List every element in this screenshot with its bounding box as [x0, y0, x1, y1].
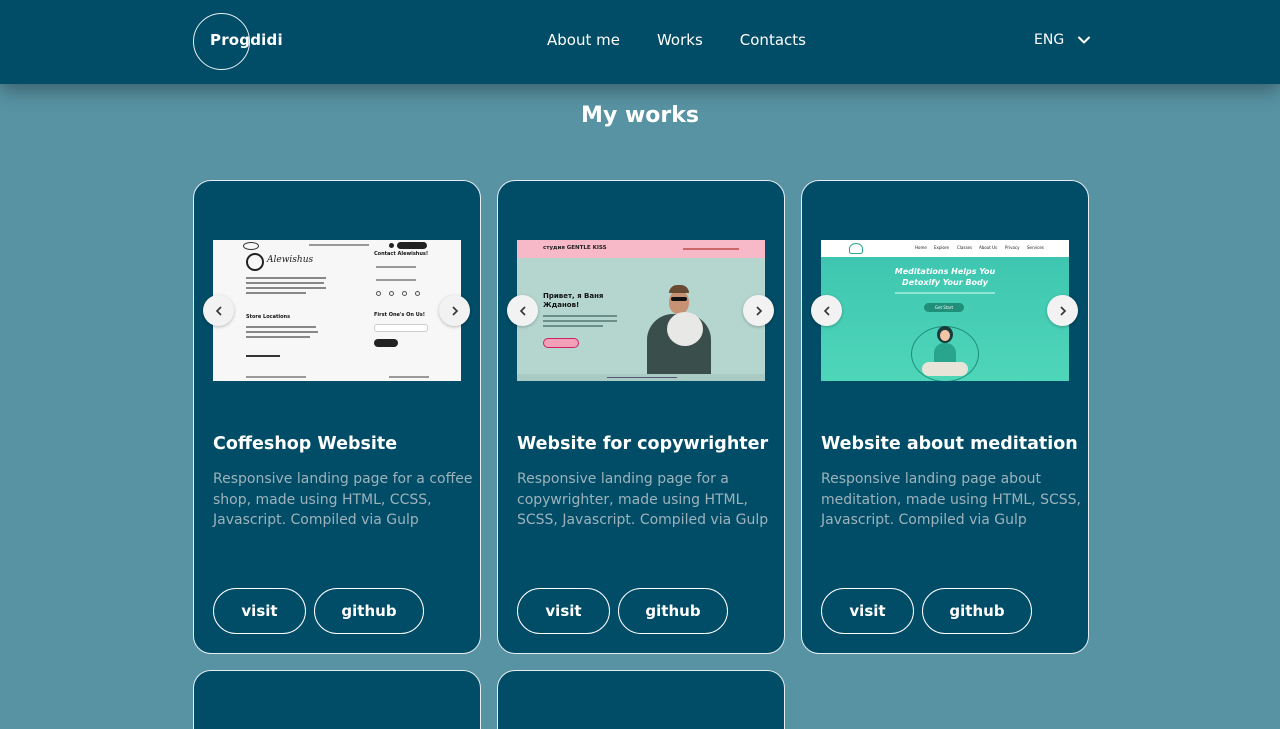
chevron-right-icon [1059, 305, 1066, 316]
card-title: Coffeshop Website [213, 434, 398, 454]
main-nav: About me Works Contacts [547, 31, 806, 49]
site-header: Progdidi About me Works Contacts ENG [0, 0, 1280, 84]
card-description: Responsive landing page about meditation… [821, 471, 1081, 528]
visit-button[interactable]: visit [821, 588, 914, 634]
preview-nav-classes: Classes [957, 245, 973, 250]
preview-nav-privacy: Privacy [1005, 245, 1020, 250]
card-title: Website about meditation [821, 434, 1078, 454]
carousel-next-button[interactable] [743, 295, 774, 326]
card-title: Website for copywrighter [517, 434, 769, 454]
logo-text[interactable]: Progdidi [210, 31, 283, 49]
language-selector[interactable]: ENG [1034, 32, 1091, 48]
nav-works[interactable]: Works [657, 31, 703, 49]
project-card-coffeeshop: Alewishus Store Locations Contact Alewis… [193, 180, 481, 654]
github-button[interactable]: github [618, 588, 728, 634]
carousel-next-button[interactable] [1047, 295, 1078, 326]
visit-button[interactable]: visit [213, 588, 306, 634]
card-description: Responsive landing page for a copywright… [517, 471, 769, 528]
section-title: My works [581, 103, 699, 128]
preview-store-title: Store Locations [246, 314, 291, 320]
preview-cta-title: First One's On Us! [374, 312, 426, 318]
chevron-right-icon [755, 305, 762, 316]
project-screenshot: Home Explore Classes About Us Privacy Se… [821, 240, 1069, 381]
carousel-next-button[interactable] [439, 295, 470, 326]
preview-nav-home: Home [915, 245, 927, 250]
preview-button: Get Start [924, 303, 964, 312]
project-screenshot: студия GENTLE KISS Привет, я Ваня Жданов… [517, 240, 765, 381]
preview-brand: Alewishus [267, 255, 314, 265]
preview-nav-explore: Explore [934, 245, 950, 250]
chevron-left-icon [823, 305, 830, 316]
preview-nav-about: About Us [979, 245, 998, 250]
carousel-prev-button[interactable] [507, 295, 538, 326]
preview-contact-title: Contact Alewishus! [374, 251, 429, 257]
preview-headline: Привет, я Ваня Жданов! [543, 292, 604, 309]
preview-nav-services: Services [1027, 245, 1044, 250]
project-card [193, 670, 481, 729]
nav-about-me[interactable]: About me [547, 31, 620, 49]
chevron-left-icon [215, 305, 222, 316]
chevron-down-icon [1078, 36, 1091, 44]
project-card-copywriter: студия GENTLE KISS Привет, я Ваня Жданов… [497, 180, 785, 654]
preview-headline: Meditations Helps You Detoxify Your Body [894, 267, 996, 287]
preview-brand: студия GENTLE KISS [543, 245, 607, 251]
visit-button[interactable]: visit [517, 588, 610, 634]
chevron-left-icon [519, 305, 526, 316]
chevron-right-icon [451, 305, 458, 316]
language-label: ENG [1034, 32, 1065, 48]
project-card [497, 670, 785, 729]
github-button[interactable]: github [314, 588, 424, 634]
card-description: Responsive landing page for a coffee sho… [213, 471, 473, 528]
project-card-meditation: Home Explore Classes About Us Privacy Se… [801, 180, 1089, 654]
project-screenshot: Alewishus Store Locations Contact Alewis… [213, 240, 461, 381]
github-button[interactable]: github [922, 588, 1032, 634]
carousel-prev-button[interactable] [811, 295, 842, 326]
carousel-prev-button[interactable] [203, 295, 234, 326]
nav-contacts[interactable]: Contacts [740, 31, 806, 49]
